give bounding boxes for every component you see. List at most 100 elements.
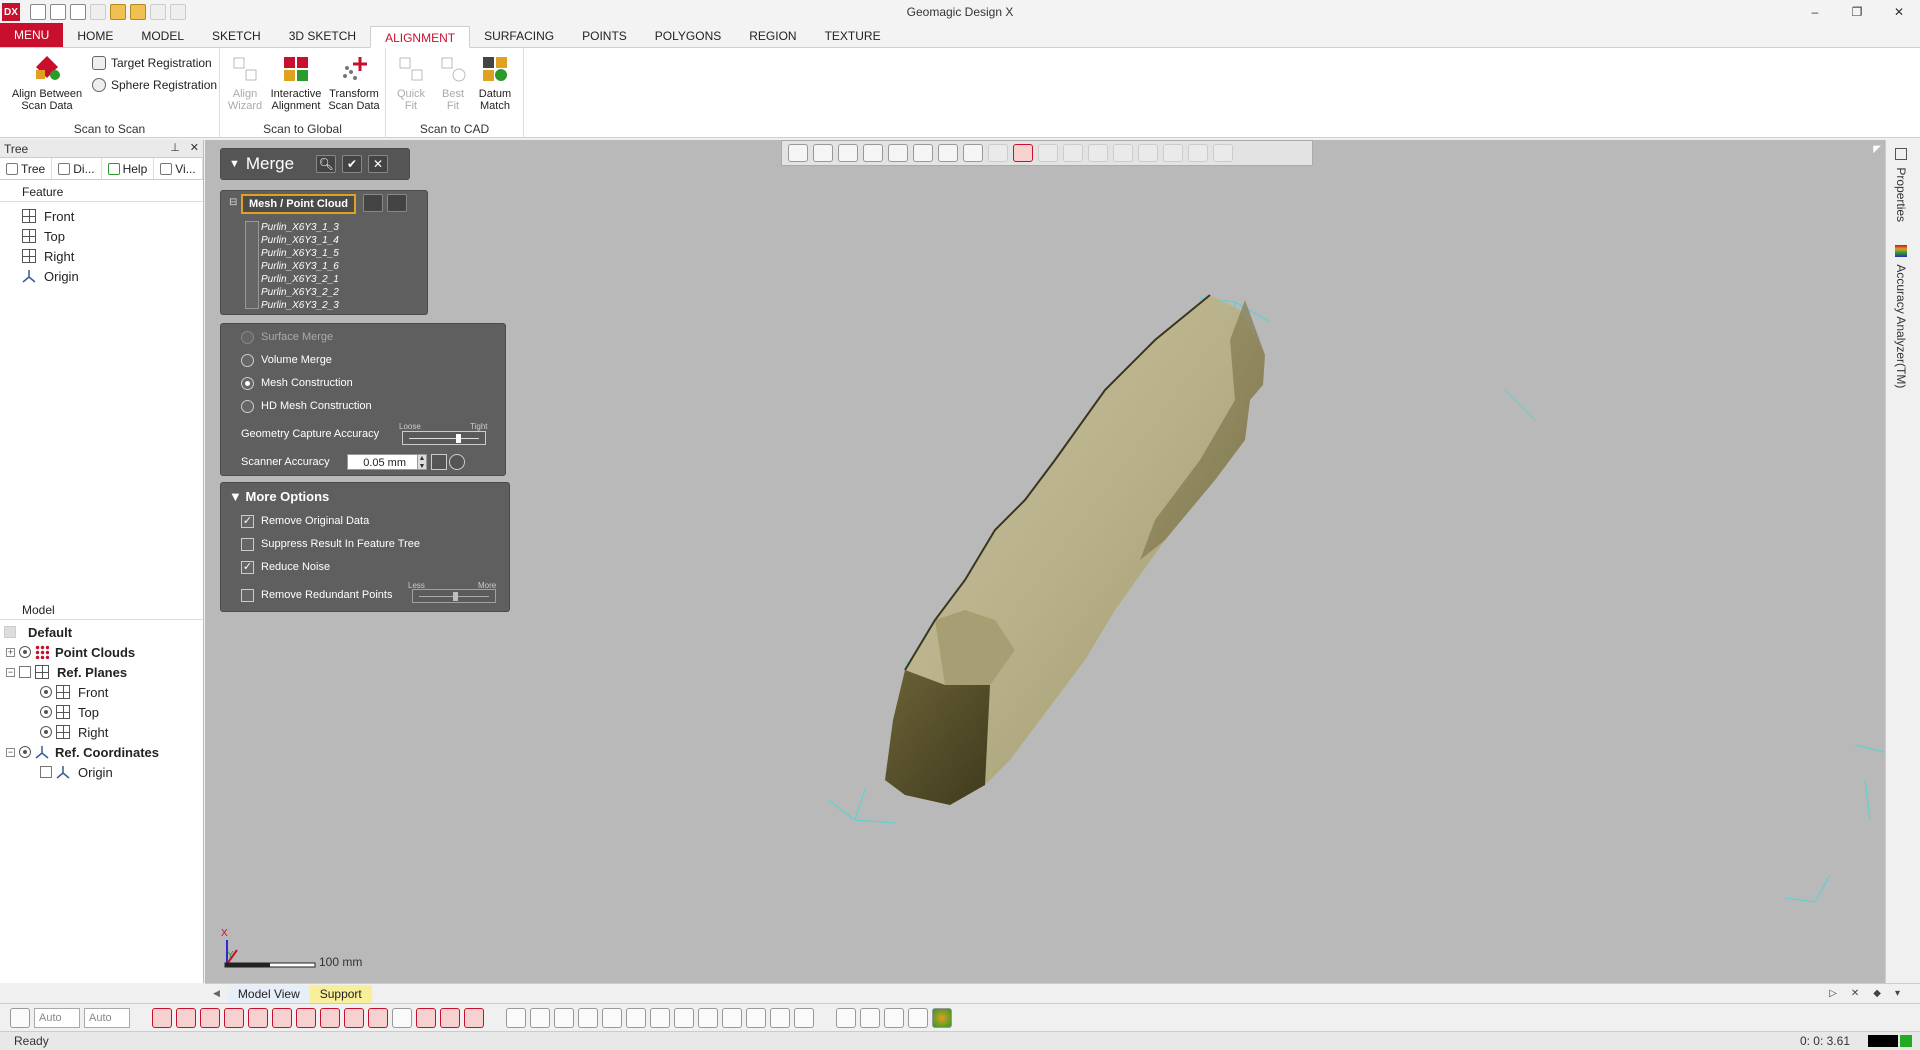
export-icon[interactable] (90, 4, 106, 20)
filter-icon[interactable] (200, 1007, 220, 1028)
sketch-tool-icon[interactable] (578, 1007, 598, 1028)
ok-check-button[interactable]: ✔ (342, 155, 363, 173)
sketch-tool-icon[interactable] (746, 1007, 766, 1028)
tab-tree[interactable]: Tree (0, 158, 53, 179)
split-view-icon[interactable] (938, 144, 958, 162)
sketch-tool-icon[interactable] (650, 1007, 670, 1028)
visibility-eye-icon[interactable] (40, 706, 52, 718)
open-recent-icon[interactable] (130, 4, 146, 20)
save-icon[interactable] (70, 4, 86, 20)
sketch-tool-icon[interactable] (626, 1007, 646, 1028)
estimate-icon[interactable] (449, 454, 465, 470)
sketch-tool-icon[interactable] (530, 1007, 550, 1028)
expand-icon[interactable]: + (6, 647, 15, 657)
plane-view-icon[interactable] (888, 144, 908, 162)
suppress-result-checkbox[interactable]: Suppress Result In Feature Tree (241, 534, 420, 554)
collapse-icon[interactable]: − (6, 667, 15, 677)
tab-properties[interactable]: Properties (1894, 148, 1908, 222)
close-panel-icon[interactable]: ✕ (190, 141, 199, 154)
remove-original-checkbox[interactable]: ✓ Remove Original Data (241, 511, 369, 531)
tab-sketch[interactable]: SKETCH (198, 25, 275, 47)
tab-display[interactable]: Di... (52, 158, 102, 179)
filter-icon[interactable] (224, 1007, 244, 1028)
more-options-header[interactable]: ▼ More Options (229, 489, 329, 504)
new-file-icon[interactable] (30, 4, 46, 20)
slider-thumb[interactable] (452, 592, 458, 601)
tab-texture[interactable]: TEXTURE (811, 25, 895, 47)
color-map-icon[interactable] (932, 1007, 952, 1028)
front-view-icon[interactable] (913, 144, 933, 162)
collapse-icon[interactable]: ⊟ (229, 197, 237, 208)
minimize-button[interactable]: – (1794, 0, 1836, 24)
tab-model[interactable]: MODEL (127, 25, 198, 47)
list-item[interactable]: Purlin_X6Y3_1_6 (245, 260, 361, 273)
filter-icon[interactable] (320, 1007, 340, 1028)
list-item[interactable]: Purlin_X6Y3_1_4 (245, 234, 361, 247)
tree-item-ref-coordinates[interactable]: − Ref. Coordinates (0, 742, 203, 762)
filter-icon[interactable] (392, 1007, 412, 1028)
restore-button[interactable]: ❐ (1836, 0, 1878, 24)
surface-merge-radio[interactable]: Surface Merge (241, 327, 333, 347)
datum-match-button[interactable]: Datum Match (470, 52, 520, 112)
reduce-noise-checkbox[interactable]: ✓ Reduce Noise (241, 557, 330, 577)
feature-item-top[interactable]: Top (0, 226, 203, 246)
scan-list[interactable]: Purlin_X6Y3_1_3 Purlin_X6Y3_1_4 Purlin_X… (245, 221, 361, 312)
hd-mesh-construction-radio[interactable]: HD Mesh Construction (241, 396, 372, 416)
list-item[interactable]: Purlin_X6Y3_2_3 (245, 299, 361, 312)
visibility-eye-icon[interactable] (40, 726, 52, 738)
feature-item-right[interactable]: Right (0, 246, 203, 266)
filter-icon[interactable] (464, 1007, 484, 1028)
tab-accuracy-analyzer[interactable]: Accuracy Analyzer(TM) (1894, 245, 1908, 388)
scroll-right-icon[interactable]: ▷ (1829, 988, 1837, 999)
tab-help[interactable]: Help (102, 158, 155, 179)
point-select-icon[interactable] (1063, 144, 1083, 162)
section-view-icon[interactable] (863, 144, 883, 162)
visibility-select-icon[interactable] (1213, 144, 1233, 162)
sketch-tool-icon[interactable] (770, 1007, 790, 1028)
cube-view-icon[interactable] (813, 144, 833, 162)
scroll-left-icon[interactable]: ◀ (213, 988, 220, 999)
tab-region[interactable]: REGION (735, 25, 810, 47)
sketch-tool-icon[interactable] (602, 1007, 622, 1028)
tab-surfacing[interactable]: SURFACING (470, 25, 568, 47)
filter-icon[interactable] (152, 1007, 172, 1028)
fill-select-icon[interactable] (1163, 144, 1183, 162)
model-default[interactable]: Default (0, 622, 203, 642)
collapse-icon[interactable]: − (6, 747, 15, 757)
circle-select-icon[interactable] (1038, 144, 1058, 162)
3d-viewport[interactable]: ▼ Merge 🔍︎ ✔ ✕ ⊟ Mesh / Point Cloud Purl… (205, 140, 1885, 983)
import-icon[interactable] (50, 4, 66, 20)
tab-view[interactable]: Vi... (154, 158, 203, 179)
spinner-icon[interactable]: ▲ ▼ (417, 454, 427, 470)
filter-icon[interactable] (296, 1007, 316, 1028)
tab-model-view[interactable]: Model View (227, 984, 310, 1003)
filter-icon[interactable] (416, 1007, 436, 1028)
filter-icon[interactable] (272, 1007, 292, 1028)
iso-view-icon[interactable] (963, 144, 983, 162)
sketch-tool-icon[interactable] (674, 1007, 694, 1028)
filter-icon[interactable] (176, 1007, 196, 1028)
list-item[interactable]: Purlin_X6Y3_1_5 (245, 247, 361, 260)
align-between-scan-data-button[interactable]: Align Between Scan Data (10, 52, 84, 112)
app-logo[interactable]: DX (2, 3, 20, 21)
viewport-corner-icon[interactable]: ◤ (1873, 144, 1881, 155)
visibility-checkbox[interactable] (40, 766, 52, 778)
tab-polygons[interactable]: POLYGONS (641, 25, 735, 47)
tree-item-ref-planes[interactable]: − Ref. Planes (0, 662, 203, 682)
redo-icon[interactable] (170, 4, 186, 20)
remove-redundant-checkbox[interactable]: Remove Redundant Points (241, 585, 392, 605)
display-tool-icon[interactable] (884, 1007, 904, 1028)
display-tool-icon[interactable] (836, 1007, 856, 1028)
sketch-tool-icon[interactable] (698, 1007, 718, 1028)
visibility-eye-icon[interactable] (40, 686, 52, 698)
mesh-point-cloud-label[interactable]: Mesh / Point Cloud (241, 194, 356, 214)
shading-icon[interactable] (838, 144, 858, 162)
tree-item-plane-right[interactable]: Right (0, 722, 203, 742)
measure-distance-icon[interactable] (431, 454, 447, 470)
interactive-alignment-button[interactable]: Interactive Alignment (266, 52, 326, 112)
target-registration-button[interactable]: Target Registration (92, 54, 212, 72)
sphere-registration-button[interactable]: Sphere Registration (92, 76, 217, 94)
brush-select-icon[interactable] (1138, 144, 1158, 162)
filter-icon[interactable] (440, 1007, 460, 1028)
select-all-icon[interactable] (363, 194, 383, 212)
